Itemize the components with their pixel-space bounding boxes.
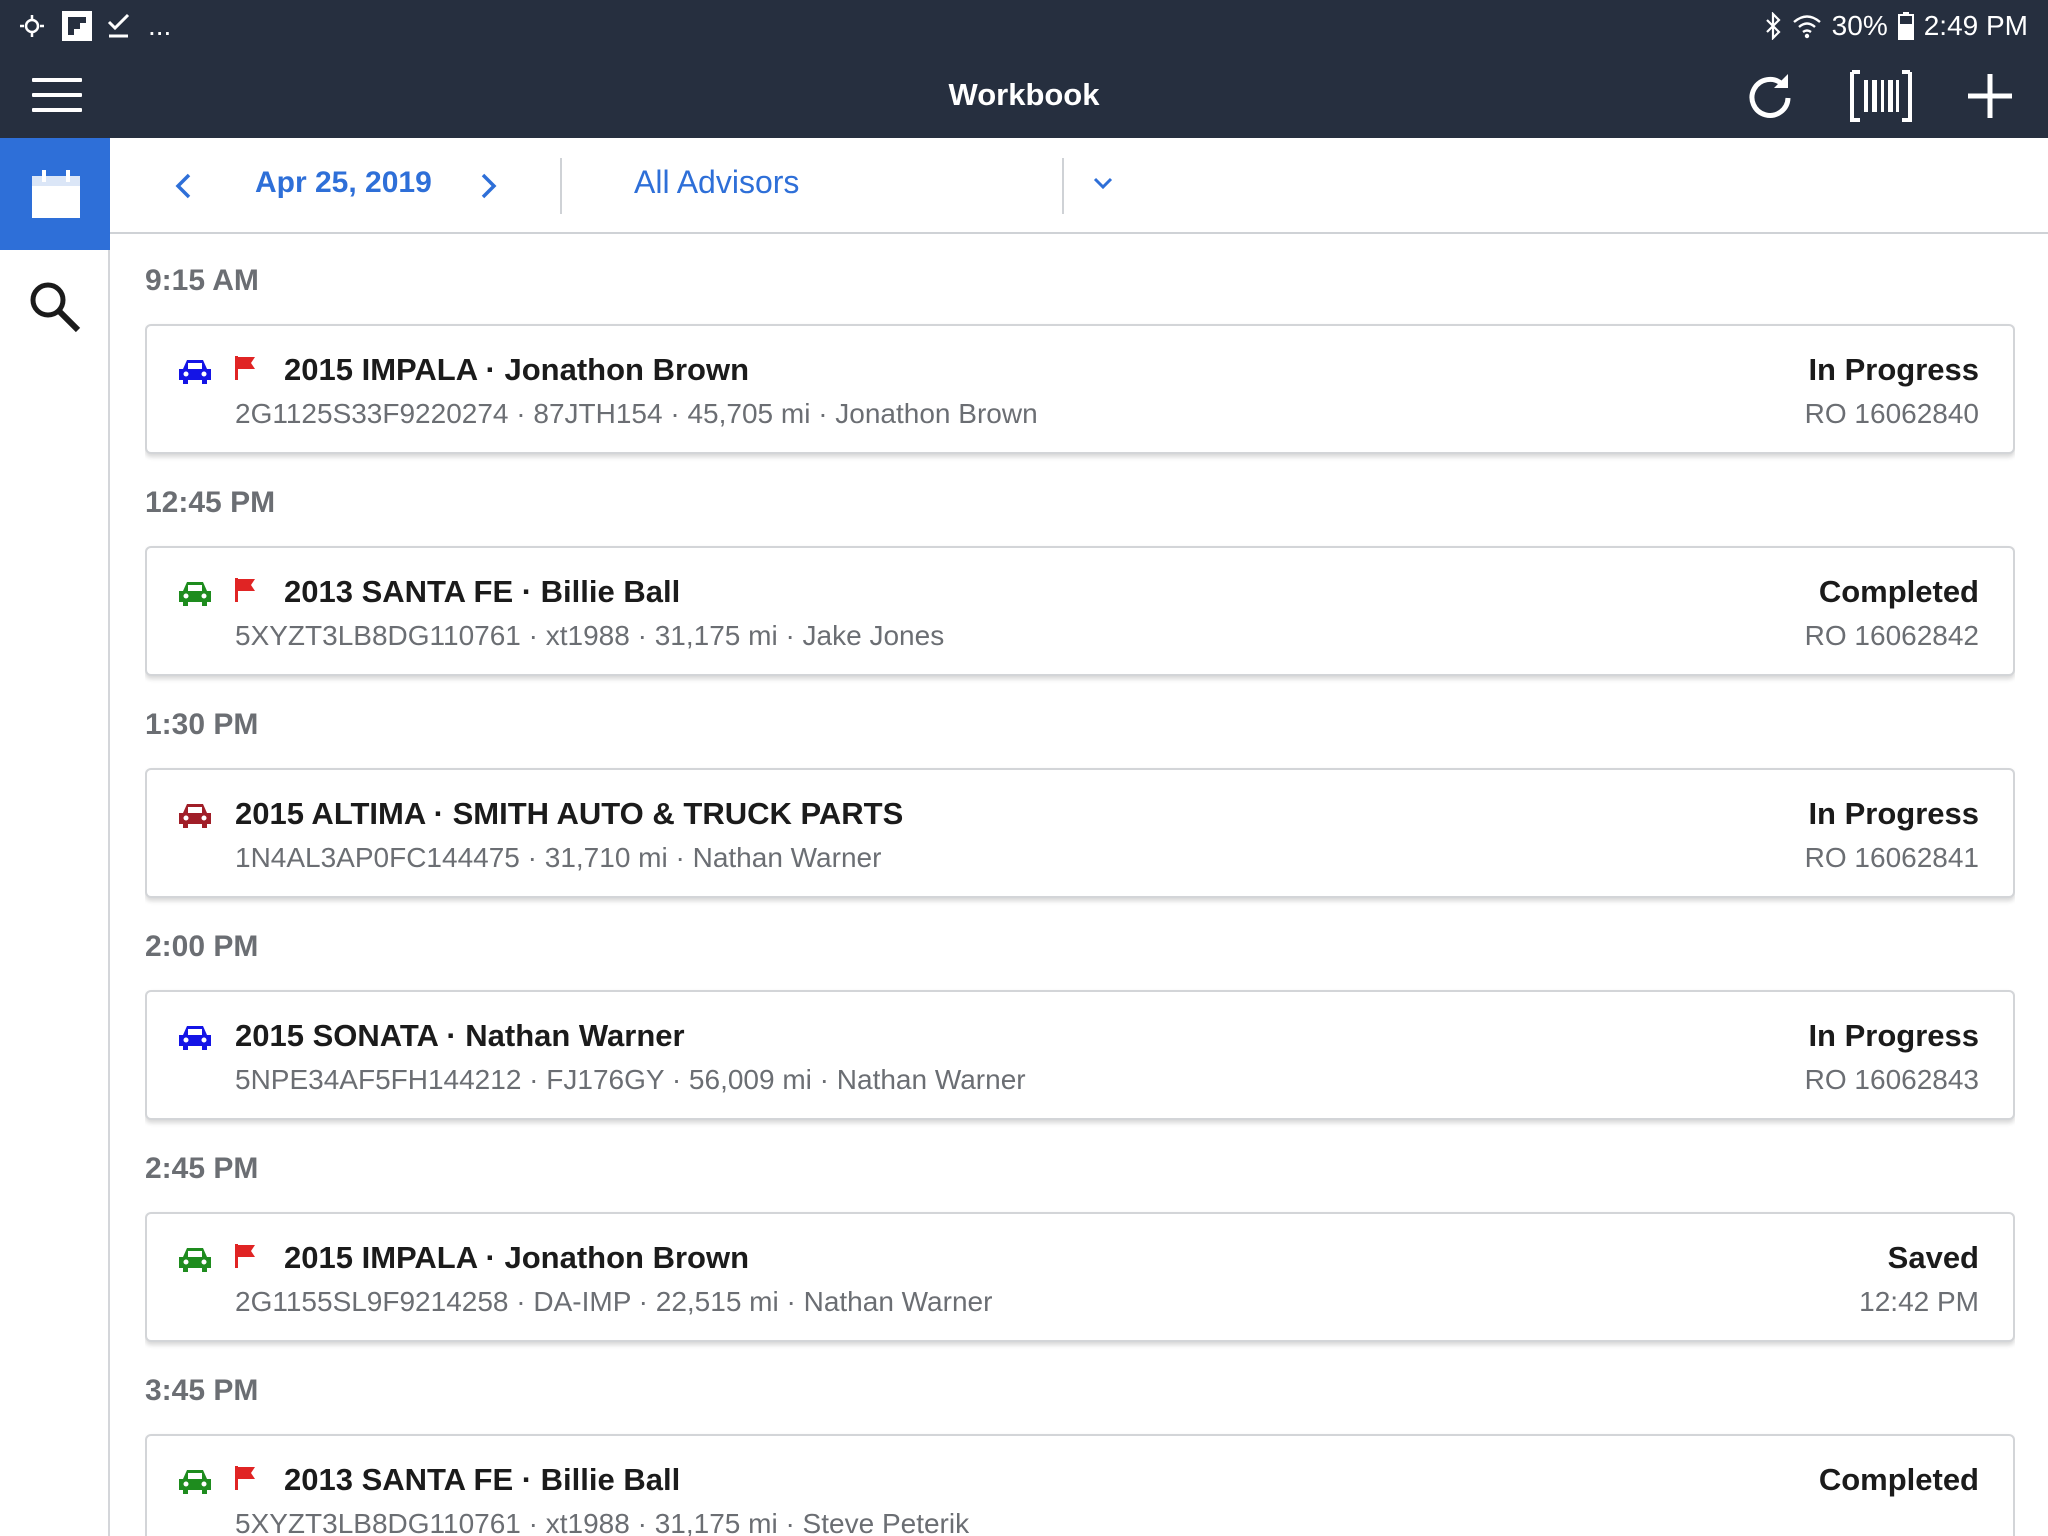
app-toolbar: Workbook xyxy=(0,52,2048,138)
vehicle-details: 5XYZT3LB8DG110761 · xt1988 · 31,175 mi ·… xyxy=(235,1508,970,1536)
cast-icon xyxy=(20,15,44,37)
vehicle-customer-title: 2015 SONATA · Nathan Warner xyxy=(235,1018,685,1053)
page-title: Workbook xyxy=(948,77,1100,112)
chevron-down-icon xyxy=(1093,177,1113,190)
flag-icon xyxy=(235,1244,255,1268)
vehicle-customer-title: 2013 SANTA FE · Billie Ball xyxy=(284,574,681,609)
system-indicators: 30% 2:49 PM xyxy=(1764,8,2028,44)
flag-icon xyxy=(235,578,255,602)
status-label: Completed xyxy=(1818,574,1979,609)
car-icon xyxy=(179,804,211,828)
status-label: In Progress xyxy=(1808,352,1979,387)
appointment-card[interactable]: 2013 SANTA FE · Billie Ball 5XYZT3LB8DG1… xyxy=(145,546,2015,676)
vehicle-details: 5XYZT3LB8DG110761 · xt1988 · 31,175 mi ·… xyxy=(235,620,945,651)
vehicle-details: 2G1125S33F9220274 · 87JTH154 · 45,705 mi… xyxy=(235,398,1038,429)
advisor-dropdown-value: All Advisors xyxy=(634,164,800,200)
overflow-indicator: ... xyxy=(148,10,172,41)
filter-divider xyxy=(560,158,562,214)
vehicle-customer-title: 2015 IMPALA · Jonathon Brown xyxy=(284,352,750,387)
previous-day-icon[interactable] xyxy=(168,170,200,202)
time-slot-header: 2:45 PM xyxy=(145,1152,259,1185)
flipboard-icon xyxy=(62,11,92,41)
saved-time: 12:42 PM xyxy=(1859,1286,1979,1317)
repair-order-number: RO 16062842 xyxy=(1804,620,1979,651)
vehicle-details: 2G1155SL9F9214258 · DA-IMP · 22,515 mi ·… xyxy=(235,1286,993,1317)
date-advisor-filter: Apr 25, 2019 All Advisors xyxy=(110,138,2048,234)
repair-order-number: RO 16062840 xyxy=(1804,398,1979,429)
barcode-scan-icon[interactable] xyxy=(1850,70,1912,122)
flag-icon xyxy=(235,1466,255,1490)
appointment-card[interactable]: 2015 IMPALA · Jonathon Brown 2G1155SL9F9… xyxy=(145,1212,2015,1342)
repair-order-number: RO 16062841 xyxy=(1804,842,1979,873)
time-slot-header: 12:45 PM xyxy=(145,486,276,519)
checklist-icon xyxy=(107,13,130,38)
battery-icon xyxy=(1897,12,1914,40)
status-label: In Progress xyxy=(1808,1018,1979,1053)
vehicle-details: 5NPE34AF5FH144212 · FJ176GY · 56,009 mi … xyxy=(235,1064,1026,1095)
clock: 2:49 PM xyxy=(1923,10,2028,41)
filter-divider xyxy=(1062,158,1064,214)
status-label: Completed xyxy=(1818,1462,1979,1497)
search-icon[interactable] xyxy=(24,276,84,336)
appointment-card[interactable]: 2013 SANTA FE · Billie Ball 5XYZT3LB8DG1… xyxy=(145,1434,2015,1536)
wifi-icon xyxy=(1792,15,1821,39)
status-label: In Progress xyxy=(1808,796,1979,831)
vehicle-customer-title: 2015 IMPALA · Jonathon Brown xyxy=(284,1240,750,1275)
car-icon xyxy=(179,1470,211,1494)
time-slot-header: 3:45 PM xyxy=(145,1374,259,1407)
battery-percent: 30% xyxy=(1831,10,1888,41)
appointment-card[interactable]: 2015 SONATA · Nathan Warner 5NPE34AF5FH1… xyxy=(145,990,2015,1120)
side-rail xyxy=(0,138,110,1536)
vehicle-customer-title: 2015 ALTIMA · SMITH AUTO & TRUCK PARTS xyxy=(235,796,904,831)
car-icon xyxy=(179,582,211,606)
time-slot-header: 9:15 AM xyxy=(145,264,259,297)
advisor-dropdown[interactable]: All Advisors xyxy=(622,160,1122,212)
notification-icons: ... xyxy=(16,8,171,44)
menu-icon[interactable] xyxy=(32,78,82,112)
car-icon xyxy=(179,1248,211,1272)
refresh-icon[interactable] xyxy=(1744,70,1796,122)
repair-order-number: RO 16062843 xyxy=(1804,1064,1979,1095)
car-icon xyxy=(179,1026,211,1050)
bluetooth-icon xyxy=(1765,12,1781,40)
appointment-list: 9:15 AM 2015 IMPALA · Jonathon Brown 2G1… xyxy=(145,234,2015,1536)
next-day-icon[interactable] xyxy=(472,170,504,202)
plus-icon[interactable] xyxy=(1964,70,2016,122)
calendar-nav-button[interactable] xyxy=(0,138,110,250)
vehicle-details: 1N4AL3AP0FC144475 · 31,710 mi · Nathan W… xyxy=(235,842,882,873)
system-status-bar: ... 30% 2:49 PM xyxy=(0,0,2048,52)
selected-date[interactable]: Apr 25, 2019 xyxy=(255,166,432,200)
appointment-card[interactable]: 2015 IMPALA · Jonathon Brown 2G1125S33F9… xyxy=(145,324,2015,454)
time-slot-header: 2:00 PM xyxy=(145,930,259,963)
calendar-icon xyxy=(32,170,80,218)
vehicle-customer-title: 2013 SANTA FE · Billie Ball xyxy=(284,1462,681,1497)
flag-icon xyxy=(235,356,255,380)
status-label: Saved xyxy=(1887,1240,1979,1275)
car-icon xyxy=(179,360,211,384)
time-slot-header: 1:30 PM xyxy=(145,708,259,741)
appointment-card[interactable]: 2015 ALTIMA · SMITH AUTO & TRUCK PARTS 1… xyxy=(145,768,2015,898)
